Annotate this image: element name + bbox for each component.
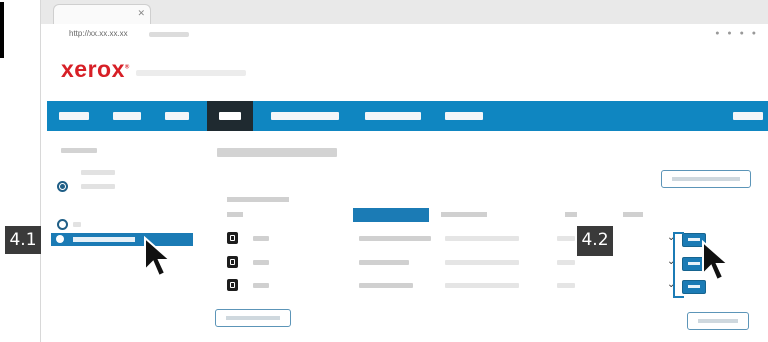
- sidebar-item-label: [73, 237, 135, 242]
- step-callout: 4.1: [5, 226, 41, 254]
- table-row-value: [359, 283, 413, 288]
- column-header-name[interactable]: [227, 212, 243, 217]
- table-row-detail: [445, 283, 519, 288]
- browser-tab-strip: ✕: [41, 0, 768, 25]
- table-row-extra: [557, 283, 575, 288]
- side-option-2: [81, 184, 115, 189]
- screenshot-frame: ✕ http://xx.xx.xx.xx ● ● ● ● xerox® ⌄ ⌄ …: [40, 0, 768, 342]
- nav-tab-3[interactable]: [165, 112, 189, 120]
- device-icon: [227, 256, 238, 268]
- nav-tab-active[interactable]: [207, 101, 253, 131]
- url-blur: [149, 32, 189, 37]
- nav-tab-1[interactable]: [59, 112, 89, 120]
- column-header-active[interactable]: [353, 208, 429, 222]
- column-header-3[interactable]: [441, 212, 487, 217]
- table-row-name: [253, 283, 269, 288]
- radio-icon[interactable]: [57, 181, 68, 192]
- nav-tab-7[interactable]: [445, 112, 483, 120]
- nav-tab-2[interactable]: [113, 112, 141, 120]
- xerox-logo: xerox®: [61, 56, 130, 82]
- side-option-1: [81, 170, 115, 175]
- top-action-button[interactable]: [661, 170, 751, 188]
- nav-tab-right[interactable]: [733, 112, 763, 120]
- radio-icon[interactable]: [57, 219, 68, 230]
- close-icon[interactable]: ✕: [137, 8, 145, 19]
- page-heading: [217, 148, 337, 157]
- device-icon: [227, 279, 238, 291]
- cursor-arrow-icon: [702, 240, 731, 282]
- table-row-value: [359, 236, 431, 241]
- cursor-arrow-icon: [144, 236, 173, 278]
- browser-tab[interactable]: ✕: [53, 4, 151, 25]
- nav-tab-5[interactable]: [271, 112, 339, 120]
- table-row-value: [359, 260, 409, 265]
- edge-mark: [0, 2, 4, 58]
- bottom-right-button[interactable]: [687, 312, 749, 330]
- url-text[interactable]: http://xx.xx.xx.xx: [69, 29, 128, 38]
- header-subtitle: [136, 70, 246, 76]
- nav-tab-active-label: [219, 112, 241, 120]
- table-row-detail: [445, 260, 519, 265]
- bottom-left-button[interactable]: [215, 309, 291, 327]
- table-row-name: [253, 236, 269, 241]
- side-section-label: [61, 148, 97, 153]
- table-row-extra: [557, 236, 575, 241]
- table-row-name: [253, 260, 269, 265]
- column-header-4[interactable]: [565, 212, 577, 217]
- row-actions-bracket: [673, 232, 684, 298]
- column-header-5[interactable]: [623, 212, 643, 217]
- table-caption: [227, 197, 289, 202]
- logo-text: xerox: [61, 56, 125, 82]
- step-callout: 4.2: [577, 226, 613, 256]
- nav-tab-6[interactable]: [365, 112, 421, 120]
- address-bar[interactable]: http://xx.xx.xx.xx ● ● ● ●: [41, 24, 768, 46]
- browser-action-icons[interactable]: ● ● ● ●: [715, 30, 759, 37]
- side-option-3: [73, 222, 81, 227]
- item-icon: [56, 235, 64, 243]
- table-row-extra: [557, 260, 575, 265]
- table-row-detail: [445, 236, 519, 241]
- main-nav: [47, 101, 768, 131]
- device-icon: [227, 232, 238, 244]
